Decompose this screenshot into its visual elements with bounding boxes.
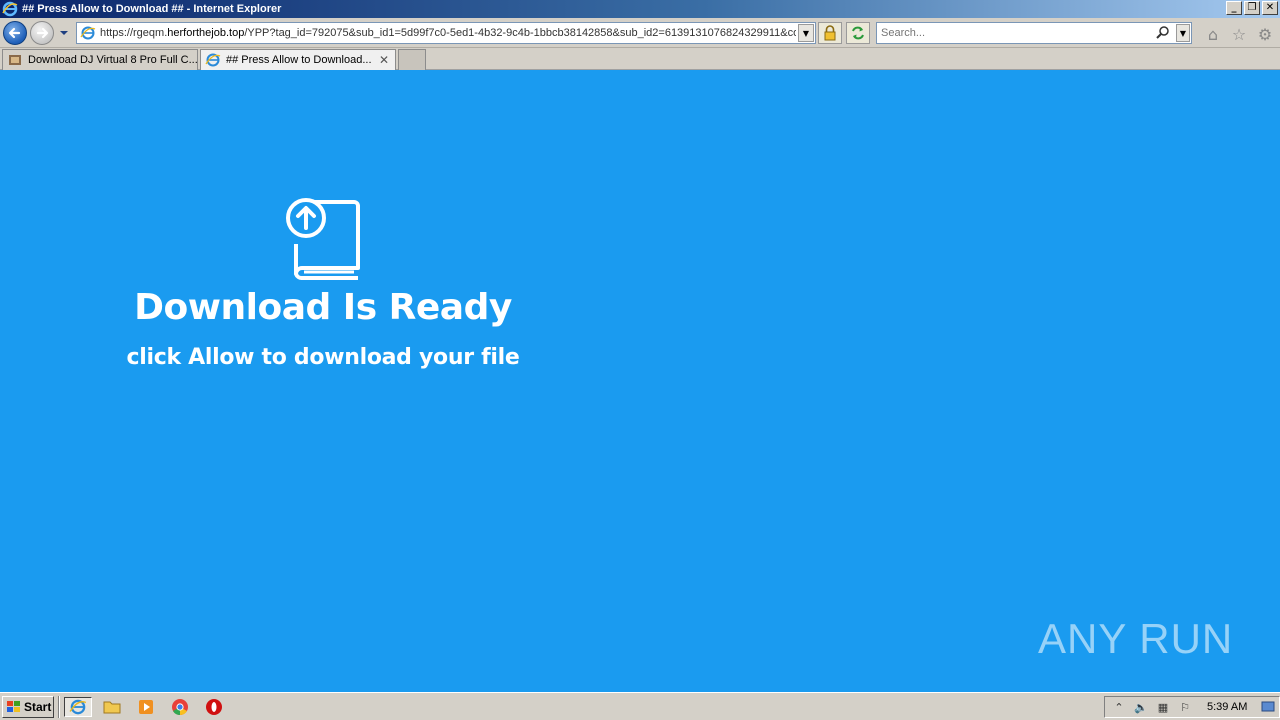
show-desktop-icon[interactable] — [1261, 700, 1275, 714]
tab-press-allow[interactable]: ## Press Allow to Download... ✕ — [200, 49, 396, 70]
taskbar-ie-button[interactable] — [64, 697, 92, 717]
refresh-icon — [852, 26, 864, 40]
network-icon[interactable]: ▦ — [1155, 699, 1171, 715]
close-tab-icon[interactable]: ✕ — [379, 53, 389, 67]
show-hidden-icons-icon[interactable]: ⌃ — [1111, 699, 1127, 715]
page-subline: click Allow to download your file — [126, 345, 520, 370]
action-center-flag-icon[interactable]: ⚐ — [1177, 699, 1193, 715]
media-player-icon — [139, 700, 153, 714]
opera-icon — [206, 699, 222, 715]
window-titlebar: ## Press Allow to Download ## - Internet… — [0, 0, 1280, 18]
settings-gear-icon[interactable]: ⚙ — [1256, 25, 1274, 44]
taskbar: Start ⌃ 🔈 ▦ ⚐ 5:39 AM — [0, 692, 1280, 720]
security-lock-button[interactable] — [818, 22, 842, 44]
volume-icon[interactable]: 🔈 — [1133, 699, 1149, 715]
search-icon[interactable] — [1155, 25, 1171, 41]
search-input[interactable] — [881, 27, 1151, 39]
taskbar-opera-button[interactable] — [200, 697, 228, 717]
arrow-left-icon — [8, 27, 21, 39]
new-tab-button[interactable] — [398, 49, 426, 70]
url-prefix: https://rgeqm. — [100, 27, 168, 39]
internet-explorer-icon — [2, 1, 18, 17]
tab-label: Download DJ Virtual 8 Pro Full C... — [28, 54, 197, 66]
clock[interactable]: 5:39 AM — [1207, 701, 1247, 713]
page-content: Download Is Ready click Allow to downloa… — [0, 71, 1280, 692]
ie-page-icon — [205, 53, 221, 67]
url-text[interactable]: https://rgeqm.herforthejob.top/YPP?tag_i… — [100, 27, 796, 39]
url-domain: herforthejob.top — [167, 27, 245, 39]
windows-logo-icon — [7, 701, 20, 712]
watermark-text: ANY RUN — [1038, 615, 1234, 662]
folder-icon — [103, 701, 121, 714]
start-button[interactable]: Start — [2, 696, 54, 718]
recent-pages-dropdown-icon[interactable] — [58, 28, 70, 38]
tab-label: ## Press Allow to Download... — [226, 54, 372, 66]
taskbar-chrome-button[interactable] — [166, 697, 194, 717]
chrome-icon — [172, 699, 188, 716]
internet-explorer-icon — [69, 699, 87, 715]
url-rest: /YPP?tag_id=792075&sub_id1=5d99f7c0-5ed1… — [244, 27, 796, 39]
taskbar-separator — [58, 696, 60, 718]
toolbar-icons: ⌂ ☆ ⚙ — [1204, 25, 1274, 44]
page-ie-icon — [80, 26, 96, 40]
lock-icon — [824, 25, 836, 41]
home-icon[interactable]: ⌂ — [1204, 25, 1222, 44]
arrow-right-icon — [36, 27, 49, 39]
search-dropdown-button[interactable]: ▼ — [1176, 24, 1190, 42]
anyrun-watermark: ANY RUN — [1038, 607, 1238, 671]
address-bar[interactable]: https://rgeqm.herforthejob.top/YPP?tag_i… — [76, 22, 816, 44]
tab-bar: Download DJ Virtual 8 Pro Full C... ## P… — [0, 48, 1280, 70]
back-button[interactable] — [3, 21, 27, 45]
system-tray: ⌃ 🔈 ▦ ⚐ 5:39 AM — [1104, 696, 1280, 718]
forward-button[interactable] — [30, 21, 54, 45]
page-headline: Download Is Ready — [134, 287, 512, 328]
upload-book-icon — [286, 198, 360, 280]
navigation-bar: https://rgeqm.herforthejob.top/YPP?tag_i… — [0, 18, 1280, 48]
search-box[interactable]: ▼ — [876, 22, 1192, 44]
favorites-star-icon[interactable]: ☆ — [1230, 25, 1248, 44]
window-title: ## Press Allow to Download ## - Internet… — [22, 3, 282, 15]
site-favicon-icon — [9, 55, 21, 65]
minimize-button[interactable]: _ — [1226, 1, 1242, 15]
close-button[interactable]: ✕ — [1262, 1, 1278, 15]
taskbar-explorer-button[interactable] — [98, 697, 126, 717]
restore-button[interactable]: ❐ — [1244, 1, 1260, 15]
start-label: Start — [24, 700, 52, 714]
tab-download-dj[interactable]: Download DJ Virtual 8 Pro Full C... — [2, 49, 198, 70]
address-dropdown-button[interactable]: ▼ — [798, 24, 814, 42]
window-controls: _ ❐ ✕ — [1226, 1, 1278, 15]
taskbar-media-player-button[interactable] — [132, 697, 160, 717]
refresh-button[interactable] — [846, 22, 870, 44]
